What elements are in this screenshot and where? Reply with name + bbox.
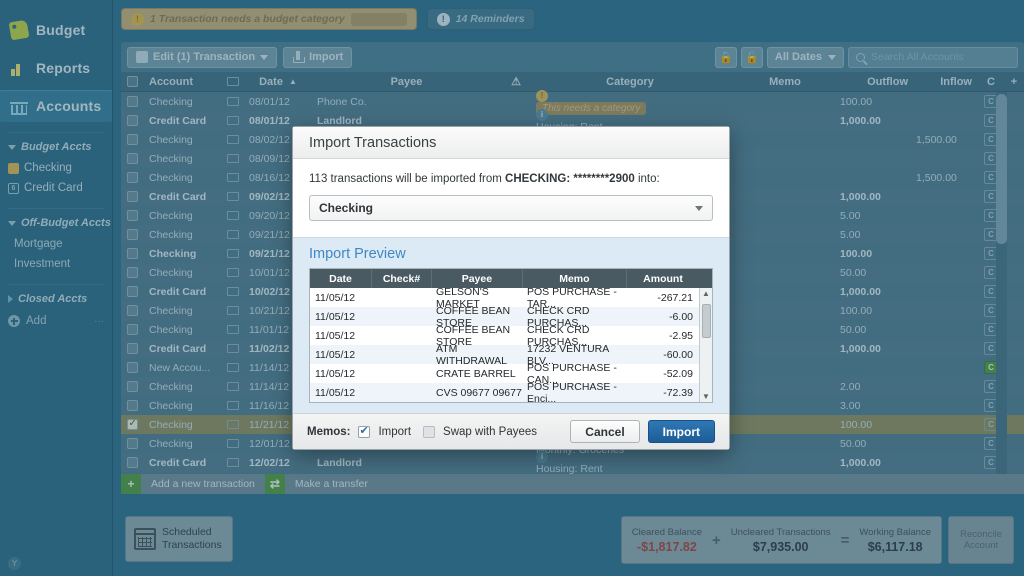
import-preview-section: Import Preview Date Check# Payee Memo Am… xyxy=(293,237,729,413)
preview-scrollbar[interactable]: ▲ ▼ xyxy=(699,288,712,402)
preview-scrollbar-thumb[interactable] xyxy=(702,304,711,338)
ynab-app-window: Budget Reports Accounts Budget Accts Che… xyxy=(0,0,1024,576)
dialog-footer: Memos: Import Swap with Payees Cancel Im… xyxy=(293,413,729,449)
preview-column-check[interactable]: Check# xyxy=(372,269,432,288)
preview-cell-check xyxy=(372,307,432,326)
swap-with-payees-checkbox[interactable] xyxy=(423,426,435,438)
preview-cell-amount: -6.00 xyxy=(627,307,699,326)
preview-cell-memo: POS PURCHASE - Enci... xyxy=(523,383,627,402)
preview-cell-amount: -52.09 xyxy=(627,364,699,383)
import-description-pre: 113 transactions will be imported from xyxy=(309,173,505,185)
preview-cell-date: 11/05/12 xyxy=(310,326,372,345)
preview-column-memo[interactable]: Memo xyxy=(523,269,627,288)
preview-cell-check xyxy=(372,383,432,402)
preview-cell-check xyxy=(372,288,432,307)
preview-column-amount[interactable]: Amount xyxy=(627,269,699,288)
import-memos-checkbox[interactable] xyxy=(358,426,370,438)
target-account-value: Checking xyxy=(319,201,373,215)
preview-cell-payee: CVS 09677 09677 xyxy=(432,383,523,402)
import-description: 113 transactions will be imported from C… xyxy=(309,173,713,185)
import-transactions-dialog: Import Transactions 113 transactions wil… xyxy=(292,126,730,450)
target-account-select[interactable]: Checking xyxy=(309,195,713,221)
triangle-down-icon[interactable]: ▼ xyxy=(702,392,710,401)
dialog-body: 113 transactions will be imported from C… xyxy=(293,159,729,237)
import-preview-table: Date Check# Payee Memo Amount 11/05/12GE… xyxy=(309,268,713,403)
preview-cell-date: 11/05/12 xyxy=(310,288,372,307)
preview-row[interactable]: 11/05/12 CVS 09677 09677POS PURCHASE - En… xyxy=(310,383,699,402)
preview-header-spacer xyxy=(699,269,712,288)
preview-cell-amount: -2.95 xyxy=(627,326,699,345)
preview-cell-check xyxy=(372,326,432,345)
import-description-post: into: xyxy=(635,173,660,185)
preview-cell-payee: ATM WITHDRAWAL xyxy=(432,345,523,364)
preview-scroll-area: 11/05/12GELSON'S MARKETPOS PURCHASE - TA… xyxy=(310,288,712,402)
preview-row[interactable]: 11/05/12CRATE BARRELPOS PURCHASE - CAN..… xyxy=(310,364,699,383)
import-confirm-button[interactable]: Import xyxy=(648,420,715,443)
preview-cell-date: 11/05/12 xyxy=(310,345,372,364)
dialog-title: Import Transactions xyxy=(293,127,729,159)
import-memos-label: Import xyxy=(378,426,411,438)
import-source-account: CHECKING: ********2900 xyxy=(505,173,635,185)
preview-cell-date: 11/05/12 xyxy=(310,383,372,402)
preview-cell-amount: -267.21 xyxy=(627,288,699,307)
preview-column-date[interactable]: Date xyxy=(310,269,372,288)
preview-table-body: 11/05/12GELSON'S MARKETPOS PURCHASE - TA… xyxy=(310,288,699,402)
preview-table-header: Date Check# Payee Memo Amount xyxy=(310,269,712,288)
chevron-down-icon xyxy=(695,206,703,211)
preview-cell-payee: CRATE BARREL xyxy=(432,364,523,383)
preview-cell-amount: -72.39 xyxy=(627,383,699,402)
preview-row[interactable]: 11/05/12ATM WITHDRAWAL17232 VENTURA BLV.… xyxy=(310,345,699,364)
import-preview-title: Import Preview xyxy=(309,246,713,262)
preview-cell-check xyxy=(372,345,432,364)
memos-label: Memos: xyxy=(307,426,350,438)
preview-cell-date: 11/05/12 xyxy=(310,307,372,326)
preview-cell-date: 11/05/12 xyxy=(310,364,372,383)
cancel-button[interactable]: Cancel xyxy=(570,420,639,443)
preview-cell-amount: -60.00 xyxy=(627,345,699,364)
triangle-up-icon[interactable]: ▲ xyxy=(702,289,710,298)
preview-column-payee[interactable]: Payee xyxy=(432,269,523,288)
swap-with-payees-label: Swap with Payees xyxy=(443,426,537,438)
preview-cell-check xyxy=(372,364,432,383)
